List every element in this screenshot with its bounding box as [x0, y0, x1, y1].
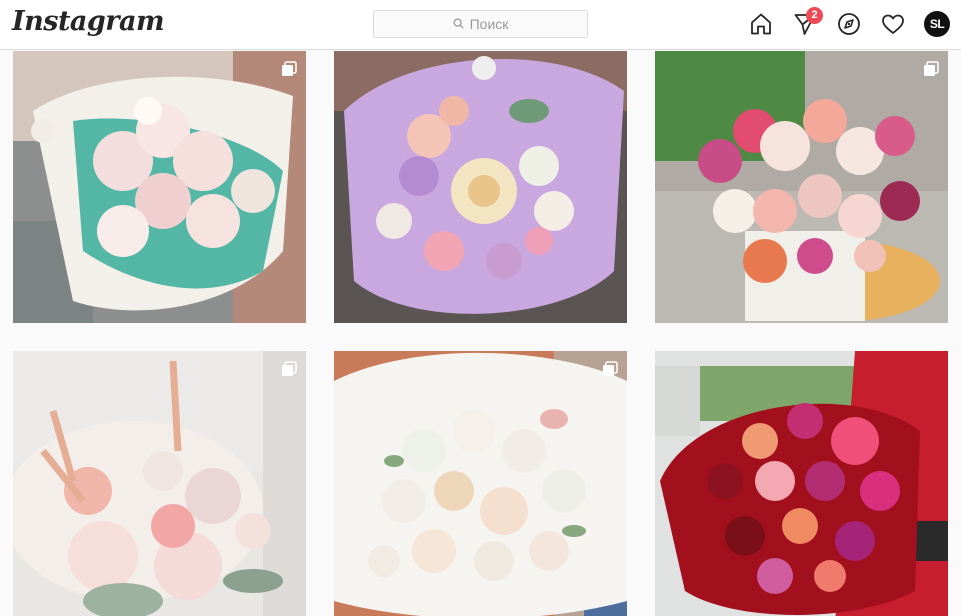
post-image: [334, 51, 627, 323]
post-tile[interactable]: [334, 351, 627, 616]
post-image: [655, 351, 948, 616]
avatar[interactable]: SL: [924, 11, 950, 37]
post-image: [13, 351, 306, 616]
multi-photo-icon: [281, 61, 297, 77]
multi-photo-icon: [923, 61, 939, 77]
search-icon: [453, 16, 464, 32]
explore-icon[interactable]: [837, 12, 861, 36]
instagram-logo[interactable]: Instagram: [12, 6, 165, 37]
post-image: [334, 351, 627, 616]
heart-icon[interactable]: [881, 12, 905, 36]
multi-photo-icon: [281, 361, 297, 377]
post-tile[interactable]: [655, 351, 948, 616]
post-tile[interactable]: [13, 351, 306, 616]
post-image: [655, 51, 948, 323]
search-placeholder: Поиск: [469, 16, 509, 32]
activity-badge: 2: [806, 7, 823, 24]
post-tile[interactable]: [13, 51, 306, 323]
home-icon[interactable]: [749, 12, 773, 36]
post-tile[interactable]: [334, 51, 627, 323]
top-navigation-bar: Instagram Поиск 2 SL: [0, 0, 961, 50]
post-image: [13, 51, 306, 323]
post-tile[interactable]: [655, 51, 948, 323]
multi-photo-icon: [602, 361, 618, 377]
direct-icon[interactable]: 2: [793, 7, 823, 36]
search-input[interactable]: Поиск: [373, 10, 588, 38]
